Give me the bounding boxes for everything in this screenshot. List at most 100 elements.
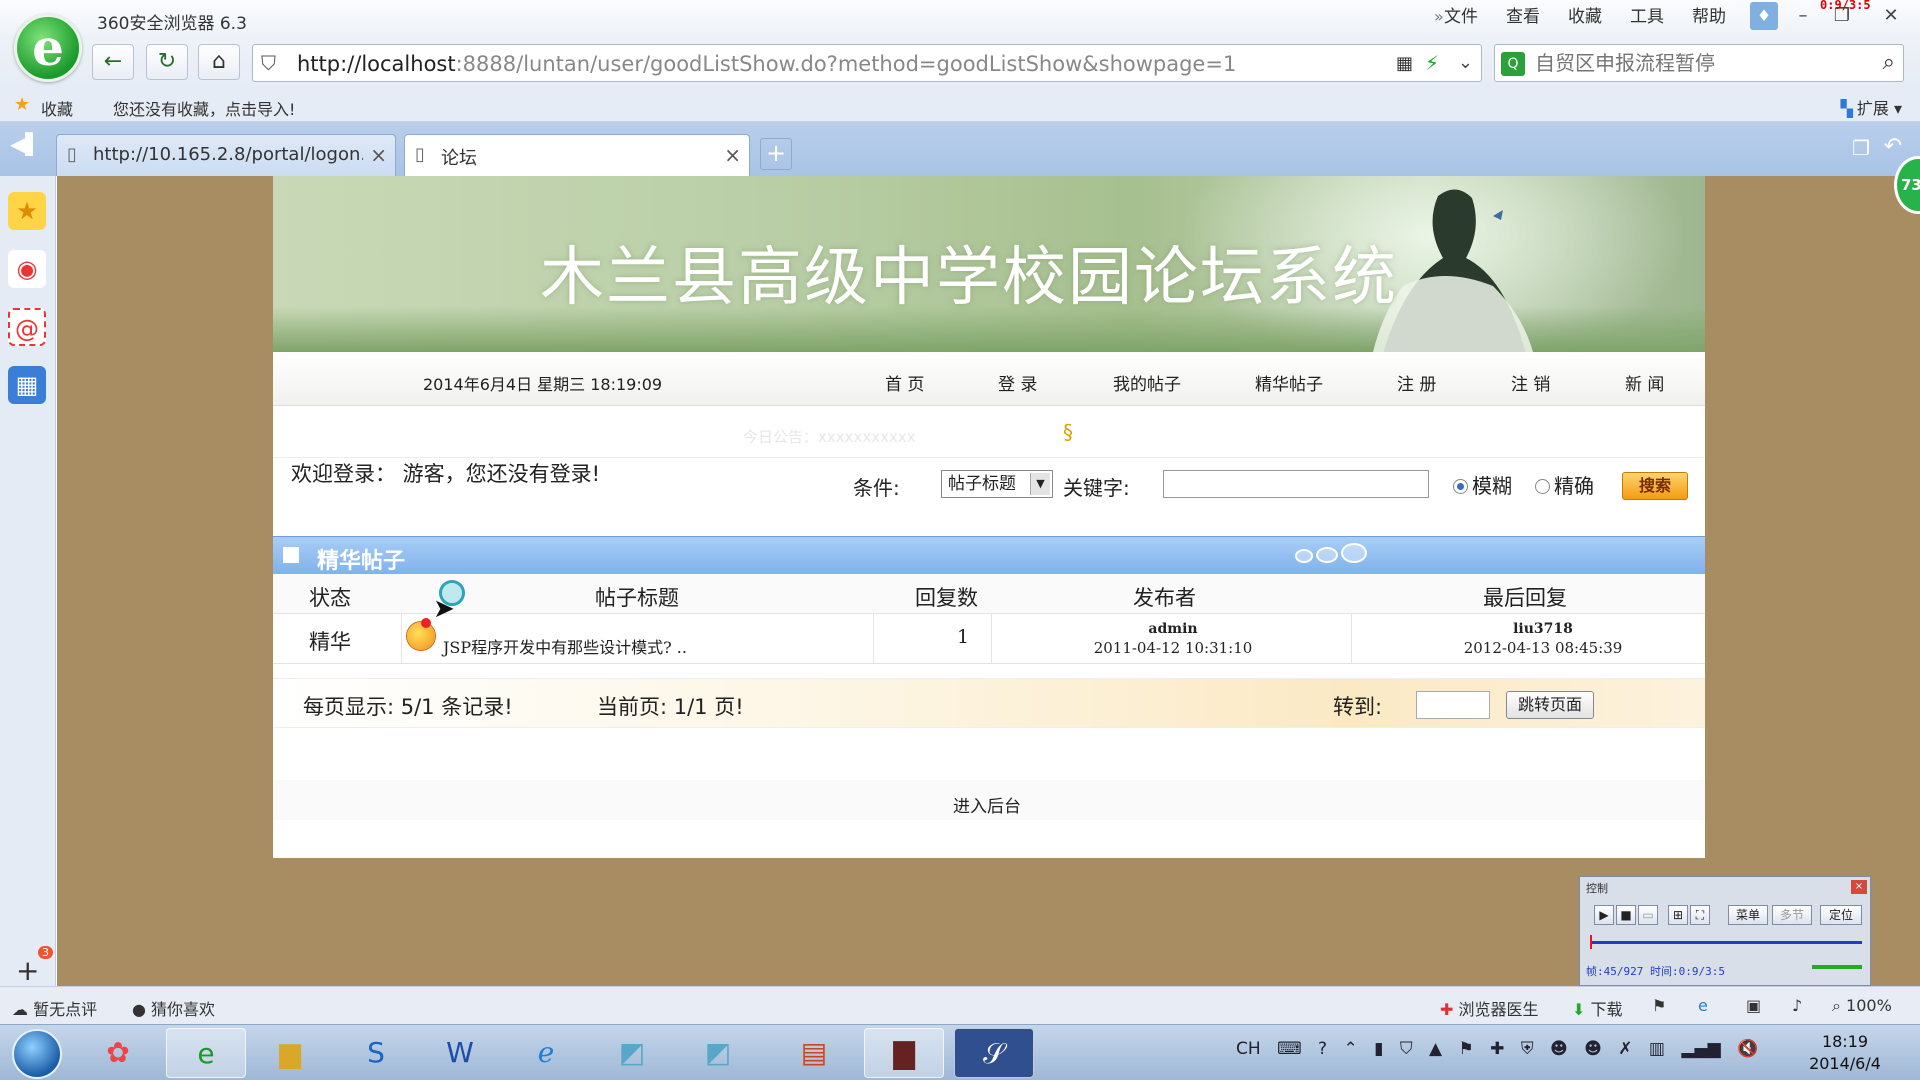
security-shield-icon[interactable]: ⛉ — [261, 51, 276, 75]
radio-exact[interactable]: 精确 — [1535, 470, 1594, 499]
sound-icon[interactable]: ♪ — [1792, 996, 1802, 1015]
taskbar-app-colorful-icon[interactable]: ✿ — [78, 1028, 158, 1078]
menu-file[interactable]: 文件 — [1430, 6, 1492, 28]
chevron-down-icon[interactable]: ⌄ — [1458, 52, 1473, 73]
back-button[interactable]: ← — [92, 44, 134, 80]
battery-icon[interactable]: ▮ — [1374, 1039, 1383, 1059]
taskbar-ie-icon[interactable]: ℯ — [506, 1028, 586, 1078]
admin-link[interactable]: 进入后台 — [953, 792, 1021, 817]
goto-page-button[interactable]: 跳转页面 — [1506, 691, 1594, 719]
security-icon[interactable]: ⛉ — [1400, 1039, 1413, 1059]
taskbar-recorder-icon[interactable]: ▇ — [864, 1028, 944, 1078]
player-menu-button[interactable]: 菜单 — [1728, 905, 1768, 925]
condition-select[interactable]: 帖子标题 ▼ — [941, 470, 1053, 498]
ie-mode-icon[interactable]: e — [1698, 996, 1708, 1015]
weibo-icon[interactable]: ◉ — [8, 250, 46, 288]
flag-tray-icon[interactable]: ⚑ — [1459, 1039, 1474, 1059]
nav-home[interactable]: 首 页 — [885, 370, 924, 395]
menu-tools[interactable]: 工具 — [1616, 6, 1678, 28]
author-name[interactable]: admin — [1033, 620, 1313, 639]
x-icon[interactable]: ✗ — [1618, 1039, 1632, 1059]
shield-icon[interactable]: ⛨ — [1521, 1039, 1534, 1059]
menu-favorites[interactable]: 收藏 — [1554, 6, 1616, 28]
download-button[interactable]: ⬇ 下载 — [1572, 996, 1623, 1020]
nav-news[interactable]: 新 闻 — [1625, 370, 1664, 395]
network-icon[interactable]: ▲ — [1429, 1039, 1442, 1059]
help-icon[interactable]: ? — [1318, 1039, 1327, 1059]
radio-fuzzy-dot[interactable] — [1453, 479, 1468, 494]
player-timeline[interactable] — [1590, 941, 1862, 944]
plus-icon[interactable]: ✚ — [1490, 1039, 1504, 1059]
keyword-input[interactable] — [1163, 470, 1429, 498]
play-icon[interactable]: ▶ — [1594, 905, 1614, 925]
taskbar-sogou-icon[interactable]: S — [336, 1028, 416, 1078]
favorites-star-icon[interactable]: ★ — [14, 94, 30, 115]
lang-indicator[interactable]: CH — [1236, 1039, 1261, 1059]
fullscreen-icon[interactable]: ⛶ — [1690, 905, 1710, 925]
guess-you-like[interactable]: ● 猜你喜欢 — [132, 996, 215, 1020]
keyboard-icon[interactable]: ⌨ — [1277, 1039, 1302, 1059]
minimize-icon[interactable]: – — [1790, 4, 1816, 28]
player-multi-button[interactable]: 多节 — [1772, 905, 1812, 925]
stop-icon[interactable]: ■ — [1616, 905, 1636, 925]
close-icon[interactable]: ✕ — [1878, 4, 1904, 28]
clipboard-icon[interactable]: ▥ — [1649, 1039, 1665, 1059]
taskbar-word-icon[interactable]: W — [420, 1028, 500, 1078]
player-close-icon[interactable]: × — [1851, 880, 1867, 894]
tab-close-icon[interactable]: × — [724, 143, 741, 167]
tab-close-icon[interactable]: × — [370, 143, 387, 167]
tab-restore-icon[interactable]: ❐ — [1852, 136, 1870, 160]
browser-doctor[interactable]: ✚ 浏览器医生 — [1440, 996, 1539, 1020]
last-reply-user[interactable]: liu3718 — [1393, 620, 1693, 639]
menu-help[interactable]: 帮助 — [1678, 6, 1740, 28]
search-input[interactable] — [1535, 48, 1855, 78]
search-bar[interactable]: Q ⌕ — [1494, 44, 1904, 82]
url-text[interactable]: http://localhost:8888/luntan/user/goodLi… — [297, 52, 1236, 76]
radio-fuzzy[interactable]: 模糊 — [1453, 470, 1512, 499]
taskbar-app-blue2-icon[interactable]: ◩ — [678, 1028, 758, 1078]
player-volume-slider[interactable] — [1812, 965, 1862, 969]
extensions-button[interactable]: ▚ 扩展 ▾ — [1841, 95, 1902, 119]
menu-view[interactable]: 查看 — [1492, 6, 1554, 28]
apps-icon[interactable]: ▦ — [8, 366, 46, 404]
taskbar-app-blue-icon[interactable]: ◩ — [592, 1028, 672, 1078]
no-review[interactable]: ☁ 暂无点评 — [12, 996, 97, 1020]
mute-icon[interactable]: 🔇 — [1737, 1039, 1758, 1059]
signal-icon[interactable]: ▂▄▆ — [1681, 1039, 1720, 1059]
player-position-marker[interactable] — [1590, 935, 1592, 949]
nav-logout[interactable]: 注 销 — [1511, 370, 1550, 395]
taskbar-app-s-icon[interactable]: 𝒮 — [954, 1028, 1034, 1078]
nav-my-posts[interactable]: 我的帖子 — [1113, 370, 1181, 395]
radio-exact-dot[interactable] — [1535, 479, 1550, 494]
taskbar-toolbox-icon[interactable]: ▤ — [774, 1028, 854, 1078]
nav-featured-posts[interactable]: 精华帖子 — [1255, 370, 1323, 395]
favorites-star-icon[interactable]: ★ — [8, 192, 46, 230]
forum-search-button[interactable]: 搜索 — [1622, 472, 1688, 500]
tray-expand-icon[interactable]: ⌃ — [1343, 1039, 1357, 1059]
step-icon[interactable]: ▭ — [1638, 905, 1658, 925]
skin-icon[interactable]: ♦ — [1750, 2, 1778, 30]
table-row[interactable]: 精华 JSP程序开发中有那些设计模式? .. 1 admin 2011-04-1… — [273, 614, 1705, 664]
taskbar-explorer-folder-icon[interactable]: ▆ — [250, 1028, 330, 1078]
undo-close-tab-icon[interactable]: ↶ — [1884, 134, 1902, 159]
speed-mode-icon[interactable]: ⚡ — [1425, 51, 1439, 75]
window-icon[interactable]: ▣ — [1746, 996, 1761, 1015]
home-button[interactable]: ⌂ — [198, 44, 240, 80]
qr-code-icon[interactable]: ▦ — [1396, 53, 1413, 74]
new-tab-button[interactable]: + — [760, 138, 792, 170]
tab-forum[interactable]: ▯ 论坛 × — [404, 134, 750, 176]
search-icon[interactable]: ⌕ — [1883, 50, 1895, 75]
favorites-button[interactable]: 收藏 — [41, 96, 73, 120]
refresh-button[interactable]: ↻ — [146, 44, 188, 80]
post-title-link[interactable]: JSP程序开发中有那些设计模式? .. — [443, 634, 687, 658]
search-engine-icon[interactable]: Q — [1501, 52, 1525, 76]
flag-icon[interactable]: ⚑ — [1652, 996, 1666, 1015]
qq-icon[interactable]: ☻ — [1550, 1039, 1568, 1059]
start-button[interactable] — [12, 1029, 62, 1079]
tab-portal-logon[interactable]: ▯ http://10.165.2.8/portal/logon.cgi × — [56, 134, 396, 176]
mail-at-icon[interactable]: @ — [8, 308, 46, 346]
player-locate-button[interactable]: 定位 — [1820, 905, 1862, 925]
sidebar-toggle-icon[interactable]: ◀▌ — [10, 132, 41, 156]
taskbar-360-browser-icon[interactable]: e — [166, 1028, 246, 1078]
goto-page-input[interactable] — [1416, 691, 1490, 719]
